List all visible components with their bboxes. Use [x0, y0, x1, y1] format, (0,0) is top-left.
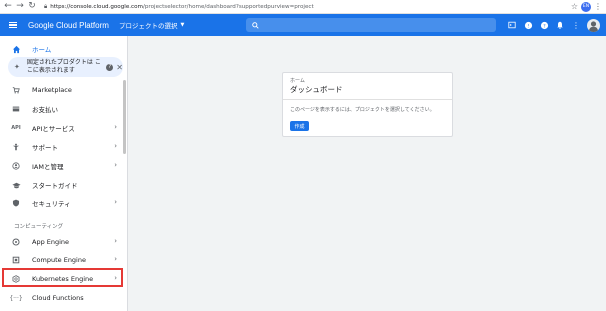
address-bar[interactable]: 🔒︎ https://console.cloud.google.com /pro… [42, 1, 571, 12]
project-selector-label: プロジェクトの選択 [118, 22, 178, 30]
main-content: ホーム ダッシュボード このページを表示するには、プロジェクトを選択してください… [128, 36, 606, 311]
project-selector[interactable]: プロジェクトの選択 ▼ [119, 20, 184, 30]
billing-icon [10, 103, 22, 115]
browser-toolbar: ← → ↻ 🔒︎ https://console.cloud.google.co… [0, 0, 606, 14]
sidebar-item-label: Compute Engine [32, 256, 86, 264]
sidebar-item-home[interactable]: ホーム [0, 42, 123, 56]
sidebar-item-label: APIとサービス [32, 125, 75, 133]
sidebar-item-marketplace[interactable]: Marketplace [0, 83, 123, 97]
support-icon [10, 141, 22, 153]
shield-icon [10, 160, 22, 172]
chevron-right-icon: › [114, 123, 117, 131]
app-engine-icon [10, 236, 22, 248]
functions-icon: {···} [9, 294, 23, 302]
avatar[interactable] [587, 18, 600, 32]
lock-icon: 🔒︎ [44, 2, 48, 10]
reload-icon[interactable]: ↻ [26, 1, 38, 13]
graduation-icon [10, 179, 22, 191]
chevron-right-icon: › [114, 142, 117, 150]
sidebar-item-getting-started[interactable]: スタートガイド [0, 178, 123, 192]
browser-menu-icon[interactable]: ⋮ [594, 2, 602, 11]
back-icon[interactable]: ← [2, 1, 14, 13]
sidebar-item-label: お支払い [32, 106, 58, 114]
create-button[interactable]: 作成 [290, 121, 309, 131]
sidebar-item-compute-engine[interactable]: Compute Engine › [0, 253, 123, 267]
sidebar-item-label: ホーム [32, 46, 52, 54]
divider [283, 99, 452, 100]
help-icon[interactable]: ? [539, 20, 549, 30]
caret-down-icon: ▼ [180, 22, 185, 28]
bookmark-star-icon[interactable]: ☆ [571, 2, 578, 11]
sidebar-item-app-engine[interactable]: App Engine › [0, 235, 123, 249]
sidebar-item-label: サポート [32, 144, 58, 152]
page-title: ダッシュボード [290, 85, 343, 94]
more-vert-icon[interactable]: ⋮ [571, 20, 581, 30]
sidebar-item-support[interactable]: サポート › [0, 140, 123, 154]
chevron-right-icon: › [114, 161, 117, 169]
search-icon [252, 21, 259, 29]
pinned-text: 固定されたプロダクトは ここに表示されます [26, 59, 101, 74]
sidebar-item-label: Marketplace [32, 86, 72, 94]
sidebar-item-label: App Engine [32, 238, 70, 246]
kubernetes-highlight-box [2, 268, 123, 287]
close-icon[interactable]: ✕ [116, 63, 123, 72]
sidebar-item-label: Cloud Functions [32, 294, 84, 302]
breadcrumb[interactable]: ホーム [290, 77, 305, 84]
menu-icon[interactable] [4, 14, 22, 36]
api-icon: API [11, 125, 21, 131]
feedback-icon[interactable]: ! [523, 20, 533, 30]
forward-icon[interactable]: → [14, 1, 26, 13]
svg-text:!: ! [527, 23, 529, 29]
sidebar-item-iam[interactable]: IAMと管理 › [0, 159, 123, 173]
url-path: /projectselector/home/dashboard?supporte… [143, 3, 314, 10]
select-project-message: このページを表示するには、プロジェクトを選択してください。 [290, 107, 435, 113]
chevron-right-icon: › [114, 255, 117, 263]
console-appbar: Google Cloud Platform プロジェクトの選択 ▼ ! ? ⋮ [0, 14, 606, 36]
url-host: https://console.cloud.google.com [50, 3, 143, 10]
security-icon [10, 197, 22, 209]
cart-icon [10, 84, 22, 96]
sidebar-item-billing[interactable]: お支払い [0, 102, 123, 116]
chevron-right-icon: › [114, 198, 117, 206]
sidebar-item-security[interactable]: セキュリティ › [0, 196, 123, 210]
navigation-sidebar: ホーム ✦ 固定されたプロダクトは ここに表示されます ? ✕ Marketpl… [0, 36, 128, 311]
sidebar-scrollbar[interactable] [123, 80, 126, 154]
chevron-right-icon: › [114, 237, 117, 245]
home-icon [10, 43, 22, 55]
sidebar-item-apis[interactable]: API APIとサービス › [0, 121, 123, 135]
notifications-icon[interactable] [555, 20, 565, 30]
sidebar-item-label: スタートガイド [32, 182, 78, 190]
compute-engine-icon [10, 254, 22, 266]
sidebar-item-label: IAMと管理 [32, 163, 64, 171]
pinned-products-notice: ✦ 固定されたプロダクトは ここに表示されます ? ✕ [8, 57, 123, 77]
help-icon[interactable]: ? [106, 63, 114, 71]
app-title[interactable]: Google Cloud Platform [28, 21, 109, 30]
sidebar-item-cloud-functions[interactable]: {···} Cloud Functions [0, 291, 123, 305]
cloud-shell-icon[interactable] [507, 20, 517, 30]
dashboard-card: ホーム ダッシュボード このページを表示するには、プロジェクトを選択してください… [282, 72, 453, 137]
browser-profile-avatar[interactable]: EN [581, 1, 591, 12]
section-header-compute: コンピューティング [14, 224, 64, 230]
pin-icon: ✦ [14, 63, 20, 71]
search-input[interactable] [246, 18, 496, 32]
sidebar-item-label: セキュリティ [32, 200, 71, 208]
